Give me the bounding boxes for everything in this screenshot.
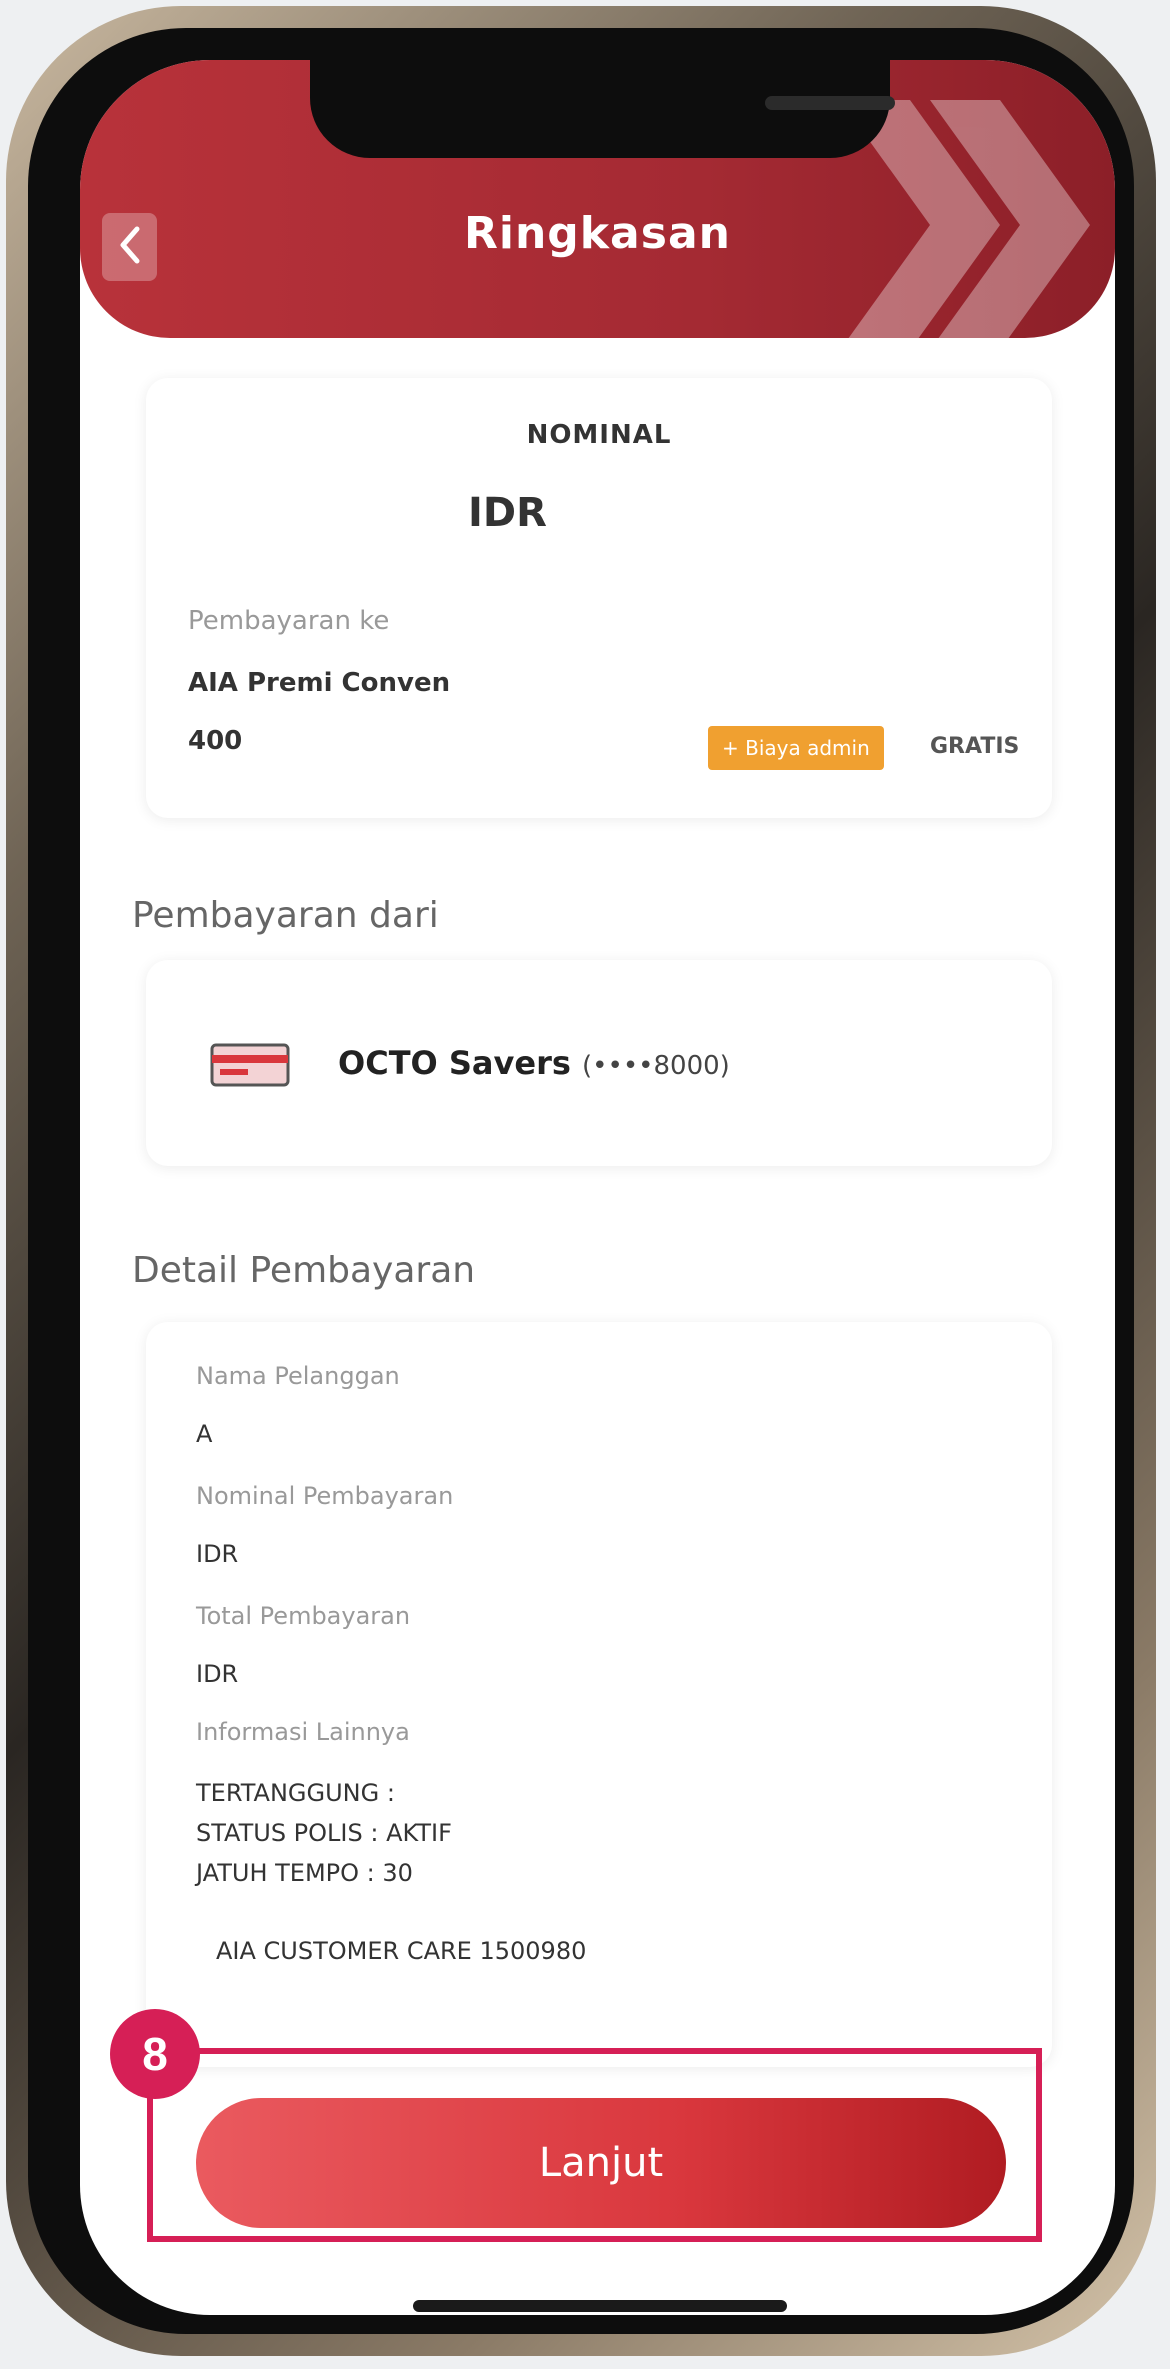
total-payment-label: Total Pembayaran <box>196 1602 411 1630</box>
nominal-amount: IDR <box>468 490 547 536</box>
source-account-card[interactable]: OCTO Savers (••••8000) <box>146 960 1052 1166</box>
payment-from-title: Pembayaran dari <box>132 895 439 936</box>
account-name: OCTO Savers (••••8000) <box>338 1044 730 1082</box>
payment-detail-card: Nama Pelanggan A Nominal Pembayaran IDR … <box>146 1322 1052 2067</box>
nominal-card: NOMINAL IDR Pembayaran ke AIA Premi Conv… <box>146 378 1052 818</box>
customer-name-value: A <box>196 1420 213 1448</box>
home-indicator <box>413 2300 787 2312</box>
admin-fee-value: GRATIS <box>930 734 1020 759</box>
nominal-label: NOMINAL <box>526 420 672 450</box>
total-payment-value: IDR <box>196 1660 239 1688</box>
pay-to-label: Pembayaran ke <box>188 606 390 636</box>
pay-to-number: 400 <box>188 726 243 756</box>
speaker-grille <box>765 96 895 110</box>
nominal-payment-label: Nominal Pembayaran <box>196 1482 454 1510</box>
page-title: Ringkasan <box>464 208 731 259</box>
device-notch <box>310 60 895 158</box>
step-number-badge: 8 <box>110 2009 200 2099</box>
app-screen: Ringkasan NOMINAL IDR Pembayaran ke AIA … <box>80 60 1115 2315</box>
continue-button[interactable]: Lanjut <box>196 2098 1006 2228</box>
payment-detail-title: Detail Pembayaran <box>132 1250 476 1291</box>
other-info-label: Informasi Lainnya <box>196 1718 410 1746</box>
card-icon <box>210 1043 290 1087</box>
customer-care-text: AIA CUSTOMER CARE 1500980 <box>216 1937 587 1965</box>
other-info-value: TERTANGGUNG : STATUS POLIS : AKTIF JATUH… <box>196 1779 452 1887</box>
nominal-payment-value: IDR <box>196 1540 239 1568</box>
pay-to-name: AIA Premi Conven <box>188 668 451 698</box>
account-number-masked: (••••8000) <box>582 1051 730 1081</box>
admin-fee-badge: + Biaya admin <box>708 726 884 770</box>
account-name-text: OCTO Savers <box>338 1044 571 1082</box>
customer-name-label: Nama Pelanggan <box>196 1362 400 1390</box>
